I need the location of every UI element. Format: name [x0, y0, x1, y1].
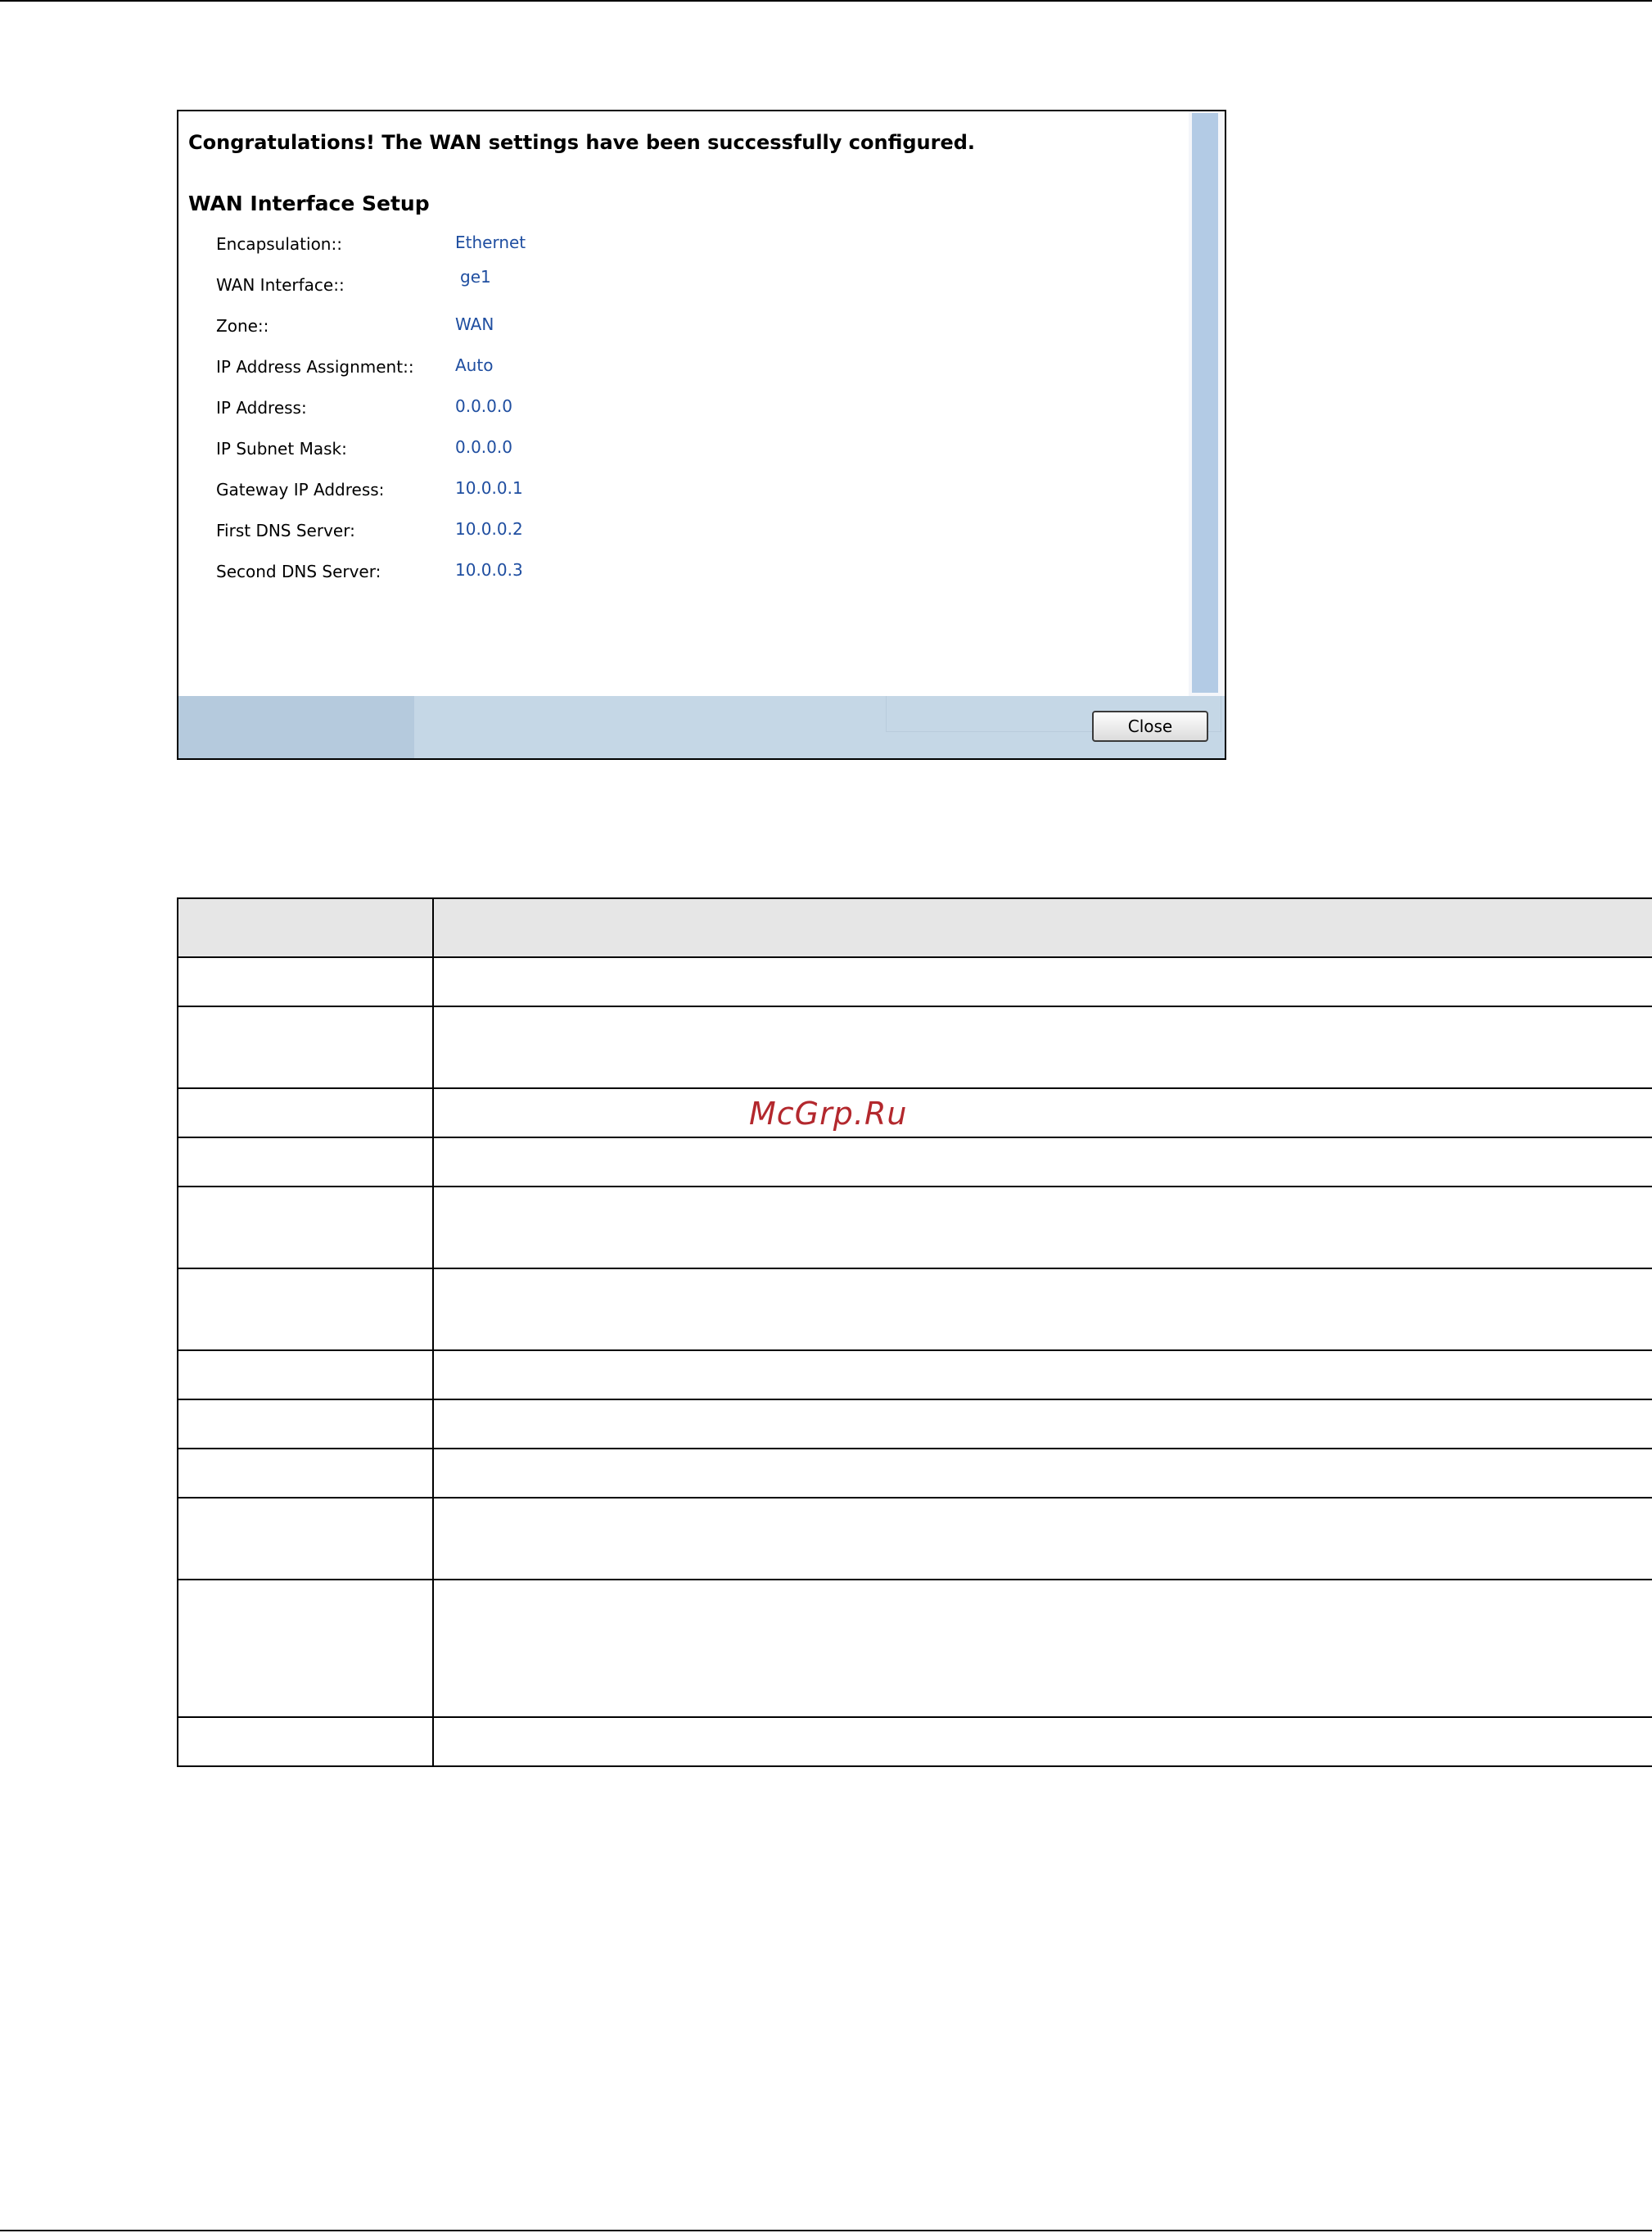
watermark-text: McGrp.Ru	[749, 1096, 908, 1132]
table-cell	[432, 956, 1652, 1007]
first-dns-label: First DNS Server:	[216, 521, 355, 540]
table-cell	[177, 1087, 434, 1138]
table-row	[177, 1137, 1652, 1187]
table-header-row	[177, 897, 1652, 958]
bottom-rule	[0, 2230, 1652, 2231]
second-dns-value: 10.0.0.3	[455, 560, 523, 580]
table-row	[177, 1716, 1652, 1767]
scrollbar-thumb[interactable]	[1192, 113, 1218, 693]
table-cell	[432, 1137, 1652, 1187]
table-cell	[177, 1137, 434, 1187]
ip-address-value: 0.0.0.0	[455, 396, 512, 416]
zone-value: WAN	[455, 314, 494, 334]
gateway-value: 10.0.0.1	[455, 478, 523, 498]
wan-interface-value: ge1	[460, 267, 491, 287]
table-header-cell	[177, 897, 434, 958]
table-row	[177, 1399, 1652, 1449]
table-row	[177, 1579, 1652, 1718]
close-button[interactable]: Close	[1092, 711, 1208, 742]
ip-assignment-value: Auto	[455, 355, 494, 375]
subnet-mask-value: 0.0.0.0	[455, 437, 512, 457]
description-table	[177, 897, 1652, 1767]
table-cell	[432, 1268, 1652, 1351]
dialog-content: Congratulations! The WAN settings have b…	[178, 111, 1189, 696]
table-cell	[432, 1716, 1652, 1767]
table-cell	[432, 1186, 1652, 1269]
top-rule	[0, 0, 1652, 2]
vertical-scrollbar[interactable]	[1189, 111, 1225, 696]
table-cell	[432, 1399, 1652, 1449]
dialog-footer: Close	[178, 696, 1225, 758]
gateway-label: Gateway IP Address:	[216, 480, 385, 499]
table-cell	[177, 1579, 434, 1718]
encapsulation-label: Encapsulation::	[216, 234, 342, 254]
footer-background-panel	[178, 696, 414, 758]
table-cell	[177, 1186, 434, 1269]
wan-interface-label: WAN Interface::	[216, 275, 345, 295]
table-cell	[432, 1448, 1652, 1498]
section-title: WAN Interface Setup	[188, 192, 430, 215]
table-header-cell	[432, 897, 1652, 958]
table-row	[177, 1448, 1652, 1498]
table-cell	[177, 1006, 434, 1089]
congrats-message: Congratulations! The WAN settings have b…	[188, 131, 976, 154]
subnet-mask-label: IP Subnet Mask:	[216, 439, 347, 459]
table-cell	[177, 1268, 434, 1351]
table-cell	[432, 1579, 1652, 1718]
table-cell	[177, 1399, 434, 1449]
table-cell	[177, 1497, 434, 1580]
second-dns-label: Second DNS Server:	[216, 562, 381, 581]
wan-setup-complete-screenshot: Congratulations! The WAN settings have b…	[177, 110, 1226, 760]
table-cell	[432, 1087, 1652, 1138]
table-cell	[177, 1716, 434, 1767]
table-row	[177, 1087, 1652, 1138]
table-row	[177, 1497, 1652, 1580]
zone-label: Zone::	[216, 316, 269, 336]
encapsulation-value: Ethernet	[455, 233, 526, 252]
table-cell	[432, 1349, 1652, 1400]
ip-assignment-label: IP Address Assignment::	[216, 357, 414, 377]
table-row	[177, 1006, 1652, 1089]
table-row	[177, 1186, 1652, 1269]
table-cell	[432, 1497, 1652, 1580]
table-row	[177, 956, 1652, 1007]
table-row	[177, 1268, 1652, 1351]
ip-address-label: IP Address:	[216, 398, 307, 418]
first-dns-value: 10.0.0.2	[455, 519, 523, 539]
table-cell	[432, 1006, 1652, 1089]
table-cell	[177, 1349, 434, 1400]
table-cell	[177, 956, 434, 1007]
table-row	[177, 1349, 1652, 1400]
table-cell	[177, 1448, 434, 1498]
